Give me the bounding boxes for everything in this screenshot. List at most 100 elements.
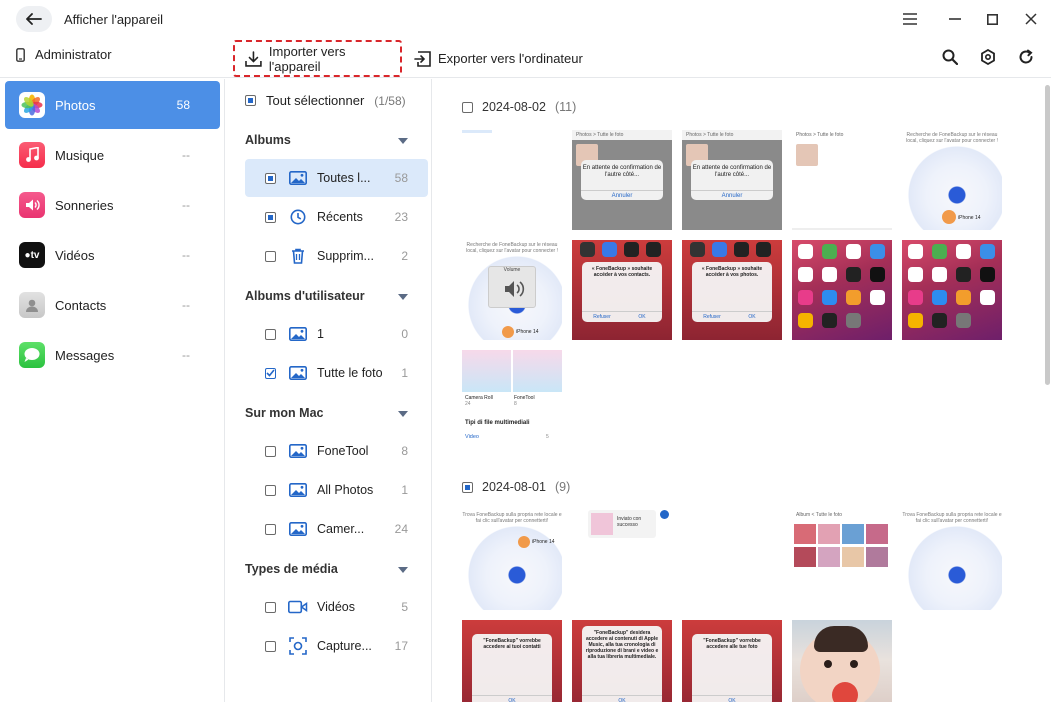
sidebar-label: Vidéos <box>55 247 95 263</box>
album-label: FoneTool <box>317 444 369 458</box>
date-group-header[interactable]: 2024-08-02 (11) <box>462 100 576 114</box>
album-checkbox[interactable] <box>265 250 276 262</box>
grid-scrollbar[interactable] <box>1044 79 1051 702</box>
refresh-icon <box>1019 49 1033 64</box>
photo-thumbnail[interactable]: « FoneBackup » souhaite accéder à vos ph… <box>682 240 782 340</box>
photo-thumbnail[interactable]: Photos > Tutte le foto <box>792 130 892 230</box>
tv-icon: ●tv <box>19 242 45 268</box>
select-all[interactable]: Tout sélectionner (1/58) <box>245 93 406 108</box>
photo-thumbnail[interactable] <box>792 620 892 702</box>
sidebar-item-ringtones[interactable]: Sonneries -- <box>5 181 220 229</box>
export-icon <box>414 50 431 67</box>
album-checkbox[interactable] <box>265 367 276 379</box>
select-all-label: Tout sélectionner <box>266 93 365 108</box>
album-count: 0 <box>401 327 408 341</box>
photos-icon <box>19 92 45 118</box>
photo-thumbnail[interactable] <box>682 510 782 610</box>
album-label: Tutte le foto <box>317 366 383 380</box>
photo-thumbnail[interactable] <box>462 130 562 230</box>
album-label: Vidéos <box>317 600 355 614</box>
photo-thumbnail[interactable]: Camera Roll 24 FoneTool 8 Tipi di file m… <box>462 350 562 450</box>
album-label: Capture... <box>317 639 372 653</box>
album-checkbox[interactable] <box>265 445 276 457</box>
album-count: 58 <box>394 171 408 185</box>
album-row-all[interactable]: Toutes l... 58 <box>245 159 428 197</box>
image-icon <box>288 170 308 186</box>
album-row-deleted[interactable]: Supprim... 2 <box>245 237 428 275</box>
photo-thumbnail[interactable]: Inviato con successo <box>572 510 672 610</box>
album-checkbox[interactable] <box>265 328 276 340</box>
minimize-button[interactable] <box>944 8 966 30</box>
album-checkbox[interactable] <box>265 211 276 223</box>
album-row-screenshots[interactable]: Capture... 17 <box>245 627 428 665</box>
trash-icon <box>288 248 308 264</box>
image-icon <box>288 521 308 537</box>
hamburger-icon <box>903 13 917 25</box>
settings-button[interactable] <box>977 46 999 68</box>
date-group-header[interactable]: 2024-08-01 (9) <box>462 480 570 494</box>
menu-button[interactable] <box>899 8 921 30</box>
collapse-user-albums-caret[interactable] <box>398 294 408 300</box>
back-button[interactable] <box>16 6 52 32</box>
photo-thumbnail[interactable]: Trova FoneBackup sulla propria rete loca… <box>902 510 1002 610</box>
album-row-fonetool[interactable]: FoneTool 8 <box>245 432 428 470</box>
collapse-media-types-caret[interactable] <box>398 567 408 573</box>
close-button[interactable] <box>1020 8 1042 30</box>
sidebar-item-photos[interactable]: Photos 58 <box>5 81 220 129</box>
album-checkbox[interactable] <box>265 640 276 652</box>
sidebar-label: Musique <box>55 147 105 163</box>
photo-thumbnail[interactable]: Trova FoneBackup sulla propria rete loca… <box>462 510 562 610</box>
photo-thumbnail[interactable]: Recherche de FoneBackup sur le réseau lo… <box>902 130 1002 230</box>
album-checkbox[interactable] <box>265 484 276 496</box>
device-name: Administrator <box>35 47 112 62</box>
title-bar: Afficher l'appareil <box>0 0 1051 38</box>
date-group-count: (9) <box>554 480 571 494</box>
album-row-tutte-le-foto[interactable]: Tutte le foto 1 <box>245 354 428 392</box>
album-checkbox[interactable] <box>265 523 276 535</box>
scrollbar-thumb[interactable] <box>1045 85 1050 385</box>
sidebar-item-contacts[interactable]: Contacts -- <box>5 281 220 329</box>
albums-panel: Tout sélectionner (1/58) Albums Toutes l… <box>225 79 432 702</box>
photo-thumbnail[interactable]: "FoneBackup" vorrebbe accedere alle tue … <box>682 620 782 702</box>
search-button[interactable] <box>939 46 961 68</box>
phone-icon <box>16 47 25 62</box>
gear-icon <box>981 49 995 65</box>
export-to-computer-button[interactable]: Exporter vers l'ordinateur <box>414 42 583 75</box>
album-row-all-photos[interactable]: All Photos 1 <box>245 471 428 509</box>
album-count: 1 <box>401 483 408 497</box>
messages-icon <box>19 342 45 368</box>
photo-thumbnail[interactable]: Recherche de FoneBackup sur le réseau lo… <box>462 240 562 340</box>
photo-thumbnail[interactable] <box>792 240 892 340</box>
select-all-checkbox[interactable] <box>245 95 256 106</box>
photo-thumbnail[interactable]: Photos > Tutte le foto En attente de con… <box>682 130 782 230</box>
photo-thumbnail[interactable]: Photos > Tutte le foto En attente de con… <box>572 130 672 230</box>
photo-thumbnail[interactable]: Album < Tutte le foto <box>792 510 892 610</box>
album-row-recents[interactable]: Récents 23 <box>245 198 428 236</box>
album-row-videos[interactable]: Vidéos 5 <box>245 588 428 626</box>
album-checkbox[interactable] <box>265 172 276 184</box>
photo-thumbnail[interactable] <box>902 240 1002 340</box>
collapse-on-mac-caret[interactable] <box>398 411 408 417</box>
date-group-checkbox[interactable] <box>462 481 473 493</box>
sidebar-item-messages[interactable]: Messages -- <box>5 331 220 379</box>
select-all-count: (1/58) <box>374 93 406 108</box>
sidebar-item-music[interactable]: Musique -- <box>5 131 220 179</box>
photo-grid: 2024-08-02 (11) Photos > Tutte le foto E… <box>432 79 1044 702</box>
contacts-icon <box>19 292 45 318</box>
import-to-device-button[interactable]: Importer vers l'appareil <box>233 40 402 77</box>
device-selector[interactable]: Administrator <box>16 47 112 62</box>
date-group-checkbox[interactable] <box>462 101 473 113</box>
photo-thumbnail[interactable]: "FoneBackup" desidera accedere ai conten… <box>572 620 672 702</box>
refresh-button[interactable] <box>1015 46 1037 68</box>
photo-thumbnail[interactable]: « FoneBackup » souhaite accéder à vos co… <box>572 240 672 340</box>
album-label: All Photos <box>317 483 374 497</box>
window-title: Afficher l'appareil <box>64 12 164 27</box>
maximize-button[interactable] <box>981 8 1003 30</box>
sidebar-item-videos[interactable]: ●tv Vidéos -- <box>5 231 220 279</box>
photo-thumbnail[interactable]: "FoneBackup" vorrebbe accedere ai tuoi c… <box>462 620 562 702</box>
album-checkbox[interactable] <box>265 601 276 613</box>
album-row-1[interactable]: 1 0 <box>245 315 428 353</box>
collapse-albums-caret[interactable] <box>398 138 408 144</box>
category-sidebar: Photos 58 Musique -- Sonneries -- ●tv Vi… <box>0 79 225 702</box>
album-row-camera-roll[interactable]: Camer... 24 <box>245 510 428 548</box>
